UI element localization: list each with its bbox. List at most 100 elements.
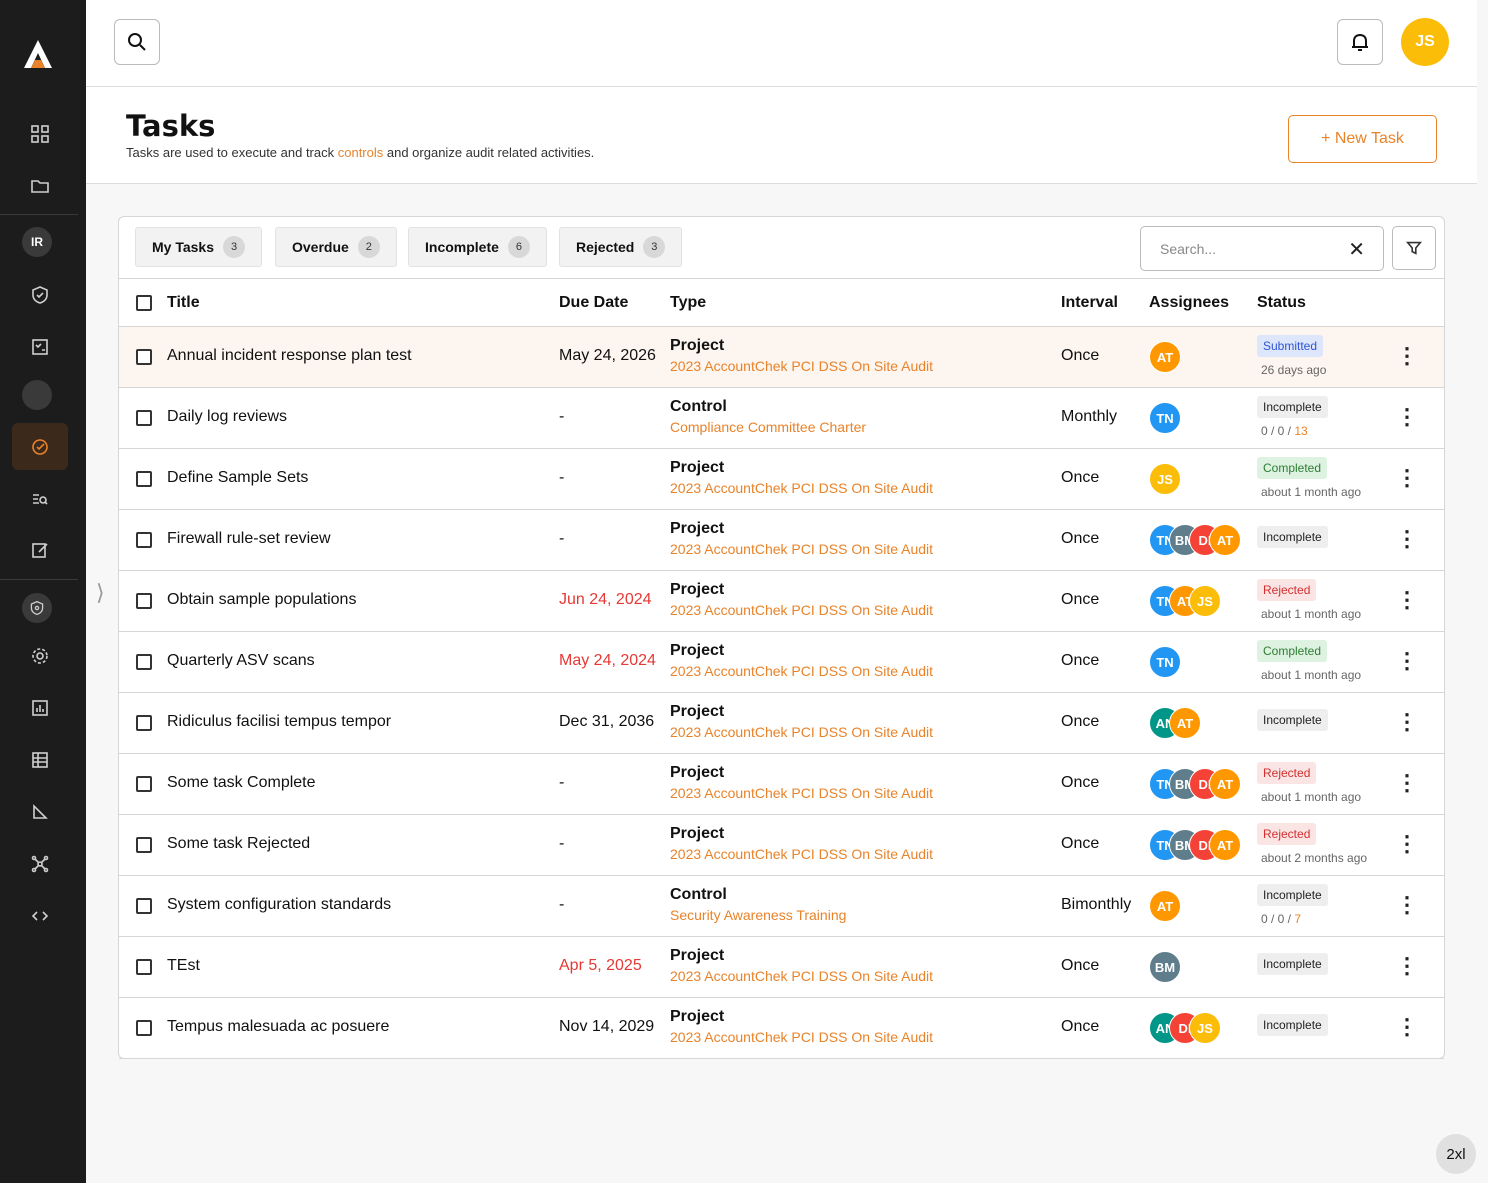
- user-avatar[interactable]: JS: [1401, 18, 1449, 66]
- code-icon[interactable]: [20, 896, 60, 936]
- notifications-button[interactable]: [1337, 19, 1383, 65]
- row-menu-icon[interactable]: ⋮: [1396, 345, 1418, 367]
- row-menu-icon[interactable]: ⋮: [1396, 528, 1418, 550]
- table-row[interactable]: Some task Rejected - Project 2023 Accoun…: [119, 815, 1444, 876]
- type-link[interactable]: Compliance Committee Charter: [670, 419, 866, 435]
- col-interval[interactable]: Interval: [1061, 294, 1118, 312]
- row-menu-icon[interactable]: ⋮: [1396, 894, 1418, 916]
- workspace-badge[interactable]: IR: [22, 227, 52, 257]
- shield-badge-icon[interactable]: [22, 593, 52, 623]
- row-checkbox[interactable]: [136, 898, 152, 914]
- row-checkbox[interactable]: [136, 715, 152, 731]
- table-row[interactable]: Ridiculus facilisi tempus tempor Dec 31,…: [119, 693, 1444, 754]
- task-title[interactable]: Some task Rejected: [167, 835, 310, 853]
- network-icon[interactable]: [20, 844, 60, 884]
- folder-icon[interactable]: [20, 166, 60, 206]
- type-link[interactable]: Security Awareness Training: [670, 907, 846, 923]
- new-task-button[interactable]: + New Task: [1288, 115, 1437, 163]
- type-link[interactable]: 2023 AccountChek PCI DSS On Site Audit: [670, 1029, 933, 1045]
- type-link[interactable]: 2023 AccountChek PCI DSS On Site Audit: [670, 358, 933, 374]
- search-button[interactable]: [114, 19, 160, 65]
- table-row[interactable]: System configuration standards - Control…: [119, 876, 1444, 937]
- row-checkbox[interactable]: [136, 532, 152, 548]
- row-checkbox[interactable]: [136, 410, 152, 426]
- row-menu-icon[interactable]: ⋮: [1396, 650, 1418, 672]
- row-checkbox[interactable]: [136, 959, 152, 975]
- table-row[interactable]: Define Sample Sets - Project 2023 Accoun…: [119, 449, 1444, 510]
- col-status[interactable]: Status: [1257, 294, 1306, 312]
- controls-link[interactable]: controls: [338, 145, 384, 160]
- row-checkbox[interactable]: [136, 776, 152, 792]
- type-link[interactable]: 2023 AccountChek PCI DSS On Site Audit: [670, 724, 933, 740]
- assignee-avatar[interactable]: BM: [1149, 951, 1181, 983]
- row-checkbox[interactable]: [136, 593, 152, 609]
- edit-icon[interactable]: [20, 530, 60, 570]
- sidebar-collapse-handle[interactable]: ⟩: [96, 580, 105, 606]
- type-link[interactable]: 2023 AccountChek PCI DSS On Site Audit: [670, 480, 933, 496]
- building-icon[interactable]: [20, 740, 60, 780]
- table-row[interactable]: Annual incident response plan test May 2…: [119, 327, 1444, 388]
- shield-check-icon[interactable]: [20, 275, 60, 315]
- row-menu-icon[interactable]: ⋮: [1396, 406, 1418, 428]
- blank-avatar[interactable]: [22, 380, 52, 410]
- assignee-avatar[interactable]: JS: [1189, 1012, 1221, 1044]
- assignee-avatar[interactable]: AT: [1149, 890, 1181, 922]
- row-checkbox[interactable]: [136, 471, 152, 487]
- select-all-checkbox[interactable]: [136, 295, 152, 311]
- checklist-icon[interactable]: [20, 327, 60, 367]
- row-checkbox[interactable]: [136, 837, 152, 853]
- table-row[interactable]: Firewall rule-set review - Project 2023 …: [119, 510, 1444, 571]
- task-title[interactable]: Some task Complete: [167, 774, 316, 792]
- assignee-avatar[interactable]: JS: [1149, 463, 1181, 495]
- row-menu-icon[interactable]: ⋮: [1396, 1016, 1418, 1038]
- type-link[interactable]: 2023 AccountChek PCI DSS On Site Audit: [670, 968, 933, 984]
- task-title[interactable]: Define Sample Sets: [167, 469, 308, 487]
- assignee-avatar[interactable]: TN: [1149, 646, 1181, 678]
- row-menu-icon[interactable]: ⋮: [1396, 955, 1418, 977]
- type-link[interactable]: 2023 AccountChek PCI DSS On Site Audit: [670, 663, 933, 679]
- row-menu-icon[interactable]: ⋮: [1396, 589, 1418, 611]
- app-logo[interactable]: [18, 34, 58, 74]
- table-row[interactable]: Tempus malesuada ac posuere Nov 14, 2029…: [119, 998, 1444, 1059]
- clear-search-icon[interactable]: ✕: [1348, 237, 1365, 262]
- table-row[interactable]: Some task Complete - Project 2023 Accoun…: [119, 754, 1444, 815]
- task-title[interactable]: Obtain sample populations: [167, 591, 356, 609]
- task-title[interactable]: Annual incident response plan test: [167, 347, 412, 365]
- assignee-avatar[interactable]: AT: [1209, 768, 1241, 800]
- search-list-icon[interactable]: [20, 479, 60, 519]
- row-menu-icon[interactable]: ⋮: [1396, 833, 1418, 855]
- table-search-input[interactable]: Search... ✕: [1140, 226, 1384, 271]
- type-link[interactable]: 2023 AccountChek PCI DSS On Site Audit: [670, 541, 933, 557]
- tab-my-tasks[interactable]: My Tasks 3: [135, 227, 262, 267]
- assignee-avatar[interactable]: TN: [1149, 402, 1181, 434]
- assignee-avatar[interactable]: JS: [1189, 585, 1221, 617]
- tab-rejected[interactable]: Rejected 3: [559, 227, 683, 267]
- assignee-avatar[interactable]: AT: [1209, 524, 1241, 556]
- task-title[interactable]: TEst: [167, 957, 200, 975]
- tab-overdue[interactable]: Overdue 2: [275, 227, 397, 267]
- col-type[interactable]: Type: [670, 294, 706, 312]
- task-title[interactable]: Ridiculus facilisi tempus tempor: [167, 713, 391, 731]
- tab-incomplete[interactable]: Incomplete 6: [408, 227, 547, 267]
- report-icon[interactable]: [20, 688, 60, 728]
- row-checkbox[interactable]: [136, 1020, 152, 1036]
- task-title[interactable]: Firewall rule-set review: [167, 530, 331, 548]
- dashboard-icon[interactable]: [20, 114, 60, 154]
- task-title[interactable]: Quarterly ASV scans: [167, 652, 315, 670]
- row-checkbox[interactable]: [136, 349, 152, 365]
- ruler-icon[interactable]: [20, 792, 60, 832]
- col-title[interactable]: Title: [167, 294, 200, 312]
- assignee-avatar[interactable]: AT: [1149, 341, 1181, 373]
- row-menu-icon[interactable]: ⋮: [1396, 772, 1418, 794]
- gear-icon[interactable]: [20, 636, 60, 676]
- type-link[interactable]: 2023 AccountChek PCI DSS On Site Audit: [670, 785, 933, 801]
- col-due-date[interactable]: Due Date: [559, 294, 628, 312]
- row-menu-icon[interactable]: ⋮: [1396, 711, 1418, 733]
- filter-button[interactable]: [1392, 226, 1436, 270]
- row-checkbox[interactable]: [136, 654, 152, 670]
- task-title[interactable]: Tempus malesuada ac posuere: [167, 1018, 389, 1036]
- assignee-avatar[interactable]: AT: [1209, 829, 1241, 861]
- table-row[interactable]: TEst Apr 5, 2025 Project 2023 AccountChe…: [119, 937, 1444, 998]
- assignee-avatar[interactable]: AT: [1169, 707, 1201, 739]
- tasks-icon[interactable]: [20, 427, 60, 467]
